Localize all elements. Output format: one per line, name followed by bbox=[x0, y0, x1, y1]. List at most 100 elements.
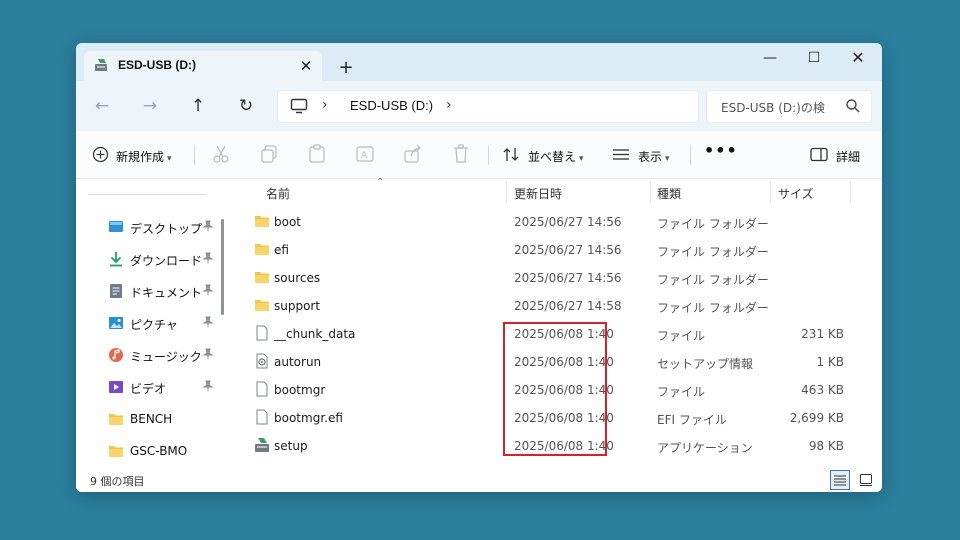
sidebar-item-pictures[interactable]: ピクチャ bbox=[108, 311, 224, 335]
close-window-button[interactable]: ✕ bbox=[836, 43, 880, 73]
desktop-icon bbox=[109, 221, 123, 232]
file-name: efi bbox=[274, 243, 289, 257]
column-header-name[interactable]: 名前 bbox=[266, 185, 290, 202]
sidebar-item-downloads[interactable]: ダウンロード bbox=[108, 247, 224, 271]
sort-arrows-icon bbox=[503, 148, 519, 161]
file-type: ファイル bbox=[657, 385, 706, 399]
file-row[interactable]: support 2025/06/27 14:58 ファイル フォルダー bbox=[232, 291, 882, 319]
pin-icon bbox=[202, 348, 214, 359]
file-row[interactable]: sources 2025/06/27 14:56 ファイル フォルダー bbox=[232, 263, 882, 291]
tiles-view-button[interactable] bbox=[856, 470, 876, 490]
breadcrumb-current[interactable]: ESD-USB (D:) bbox=[350, 98, 433, 113]
folder-icon bbox=[255, 244, 269, 255]
file-row[interactable]: efi 2025/06/27 14:56 ファイル フォルダー bbox=[232, 235, 882, 263]
chevron-down-icon: ▾ bbox=[665, 154, 670, 164]
file-name: bootmgr.efi bbox=[274, 411, 343, 425]
file-name: bootmgr bbox=[274, 383, 326, 397]
file-row[interactable]: boot 2025/06/27 14:56 ファイル フォルダー bbox=[232, 207, 882, 235]
pin-icon bbox=[202, 380, 214, 391]
status-bar: 9 個の項目 bbox=[76, 469, 882, 492]
file-type: EFI ファイル bbox=[657, 413, 727, 427]
column-header-size[interactable]: サイズ bbox=[778, 185, 814, 202]
breadcrumb-separator[interactable]: › bbox=[446, 97, 452, 113]
rename-icon[interactable]: A bbox=[354, 143, 376, 165]
column-header-modified[interactable]: 更新日時 bbox=[514, 185, 562, 202]
sidebar-item-music[interactable]: ミュージック bbox=[108, 343, 224, 367]
column-header-row: ⌃ 名前 更新日時 種類 サイズ bbox=[232, 177, 882, 205]
file-type: アプリケーション bbox=[657, 441, 753, 455]
back-button[interactable]: ← bbox=[90, 94, 114, 118]
file-size: 463 KB bbox=[801, 383, 844, 397]
file-type: セットアップ情報 bbox=[657, 357, 754, 371]
documents-icon bbox=[110, 284, 122, 298]
details-view-button[interactable] bbox=[830, 470, 850, 490]
sidebar-item-bench[interactable]: BENCH bbox=[108, 407, 224, 431]
download-icon bbox=[110, 252, 122, 267]
file-modified: 2025/06/27 14:56 bbox=[514, 243, 622, 257]
monitor-icon bbox=[290, 98, 308, 114]
close-tab-icon[interactable]: ✕ bbox=[296, 56, 316, 76]
sidebar-divider bbox=[88, 194, 206, 195]
search-input[interactable]: ESD-USB (D:)の検 bbox=[721, 99, 825, 116]
music-icon bbox=[109, 348, 123, 362]
copy-icon[interactable] bbox=[258, 143, 280, 165]
delete-icon[interactable] bbox=[450, 143, 472, 165]
sidebar-item-desktop[interactable]: デスクトップ bbox=[108, 215, 224, 239]
videos-icon bbox=[109, 381, 123, 393]
sidebar-item-label: GSC-BMO bbox=[130, 444, 188, 458]
address-bar[interactable]: › ESD-USB (D:) › bbox=[277, 90, 699, 123]
cut-icon[interactable] bbox=[210, 143, 232, 165]
folder-icon bbox=[109, 446, 123, 457]
sidebar-item-label: デスクトップ bbox=[130, 222, 203, 236]
refresh-button[interactable]: ↻ bbox=[234, 94, 258, 118]
svg-text:A: A bbox=[361, 151, 368, 161]
command-bar: 新規作成 ▾ A 並べ替え ▾ 表示 ▾ ••• 詳細 bbox=[76, 131, 882, 179]
column-separator[interactable] bbox=[850, 181, 851, 203]
share-icon[interactable] bbox=[402, 143, 424, 165]
file-size: 2,699 KB bbox=[789, 411, 844, 425]
sort-button-label: 並べ替え bbox=[528, 150, 577, 164]
maximize-button[interactable]: ☐ bbox=[792, 43, 836, 73]
sidebar-item-label: ビデオ bbox=[130, 382, 167, 396]
column-separator[interactable] bbox=[770, 181, 771, 203]
folder-icon bbox=[255, 300, 269, 311]
file-name: support bbox=[274, 299, 321, 313]
breadcrumb-separator[interactable]: › bbox=[322, 97, 328, 113]
sidebar-scrollbar[interactable] bbox=[221, 219, 224, 315]
tile-view-icon bbox=[860, 474, 872, 486]
chevron-down-icon: ▾ bbox=[579, 154, 584, 164]
title-bar: ESD-USB (D:) ✕ + — ☐ ✕ bbox=[76, 43, 882, 81]
folder-icon bbox=[109, 414, 123, 425]
file-type: ファイル bbox=[657, 329, 706, 343]
view-button-label: 表示 bbox=[638, 150, 663, 164]
column-header-type[interactable]: 種類 bbox=[657, 185, 681, 202]
search-box[interactable]: ESD-USB (D:)の検 bbox=[706, 90, 872, 123]
navigation-pane: デスクトップ ダウンロード ドキュメント ピクチャ ミュージック ビデオ BEN… bbox=[76, 179, 226, 469]
pin-icon bbox=[202, 284, 214, 295]
file-type: ファイル フォルダー bbox=[657, 301, 769, 315]
sidebar-item-gsc-bmo[interactable]: GSC-BMO bbox=[108, 439, 224, 463]
more-options-button[interactable]: ••• bbox=[704, 141, 738, 165]
sidebar-item-documents[interactable]: ドキュメント bbox=[108, 279, 224, 303]
details-button-label: 詳細 bbox=[836, 150, 861, 164]
forward-button[interactable]: → bbox=[138, 94, 162, 118]
up-button[interactable]: ↑ bbox=[186, 94, 210, 118]
file-name: sources bbox=[274, 271, 321, 285]
file-size: 231 KB bbox=[801, 327, 844, 341]
sidebar-item-label: ピクチャ bbox=[130, 318, 178, 332]
tab-esd-usb[interactable]: ESD-USB (D:) ✕ bbox=[84, 51, 322, 81]
file-size: 1 KB bbox=[816, 355, 844, 369]
sidebar-item-label: BENCH bbox=[130, 412, 173, 426]
details-pane-icon bbox=[810, 147, 828, 162]
minimize-button[interactable]: — bbox=[748, 43, 792, 73]
sidebar-item-label: ミュージック bbox=[130, 350, 202, 364]
file-type: ファイル フォルダー bbox=[657, 273, 769, 287]
sidebar-item-videos[interactable]: ビデオ bbox=[108, 375, 224, 399]
paste-icon[interactable] bbox=[306, 143, 328, 165]
column-separator[interactable] bbox=[650, 181, 651, 203]
setup-info-icon bbox=[256, 353, 268, 369]
new-tab-button[interactable]: + bbox=[334, 56, 358, 80]
column-separator[interactable] bbox=[506, 181, 507, 203]
file-icon bbox=[256, 381, 268, 397]
folder-icon bbox=[255, 216, 269, 227]
